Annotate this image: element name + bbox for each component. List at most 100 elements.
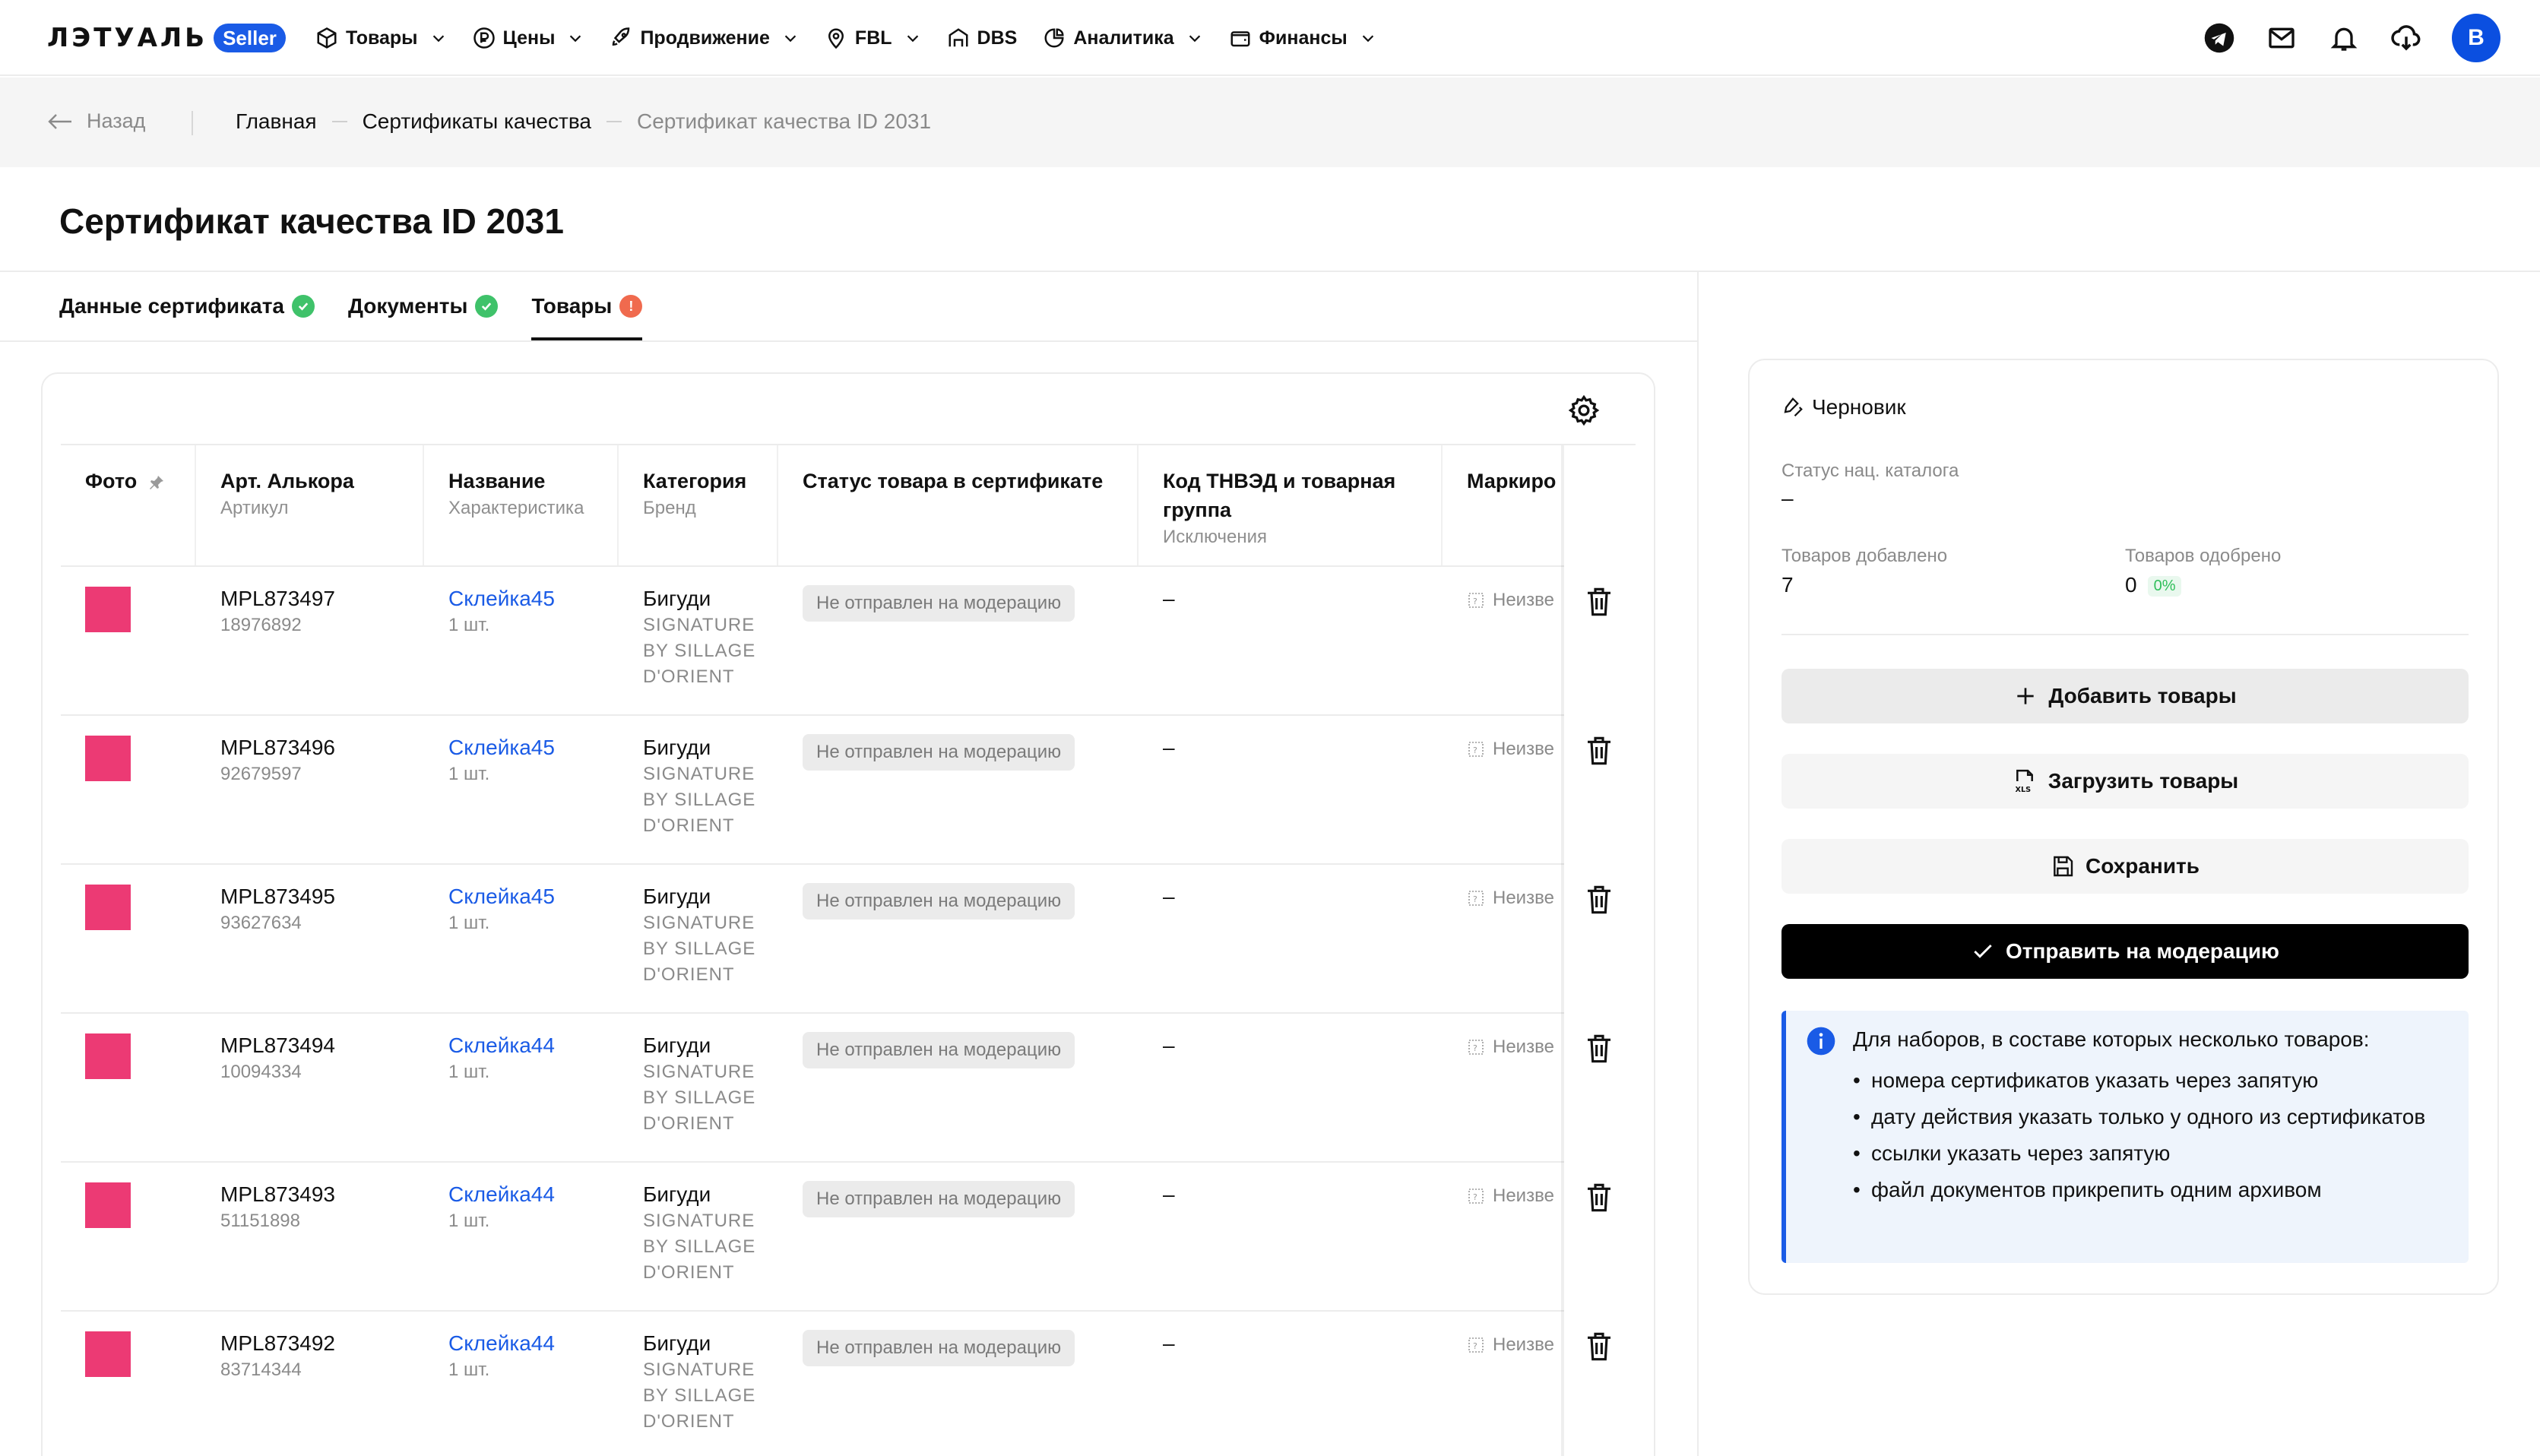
svg-text:?: ? (1473, 894, 1477, 904)
sku-code: 92679597 (220, 764, 302, 784)
column-header-photo[interactable]: Фото (85, 467, 166, 495)
info-icon (1807, 1027, 1835, 1056)
column-header-article[interactable]: Арт. Алькора Артикул (220, 467, 354, 521)
product-name-link[interactable]: Склейка44 (448, 1032, 555, 1059)
add-products-button[interactable]: Добавить товары (1781, 669, 2469, 723)
info-item: дату действия указать только у одного из… (1853, 1102, 2431, 1132)
product-quantity: 1 шт. (448, 1062, 490, 1082)
name-cell: Склейка45 1 шт. (448, 585, 555, 638)
column-header-status[interactable]: Статус товара в сертификате (803, 467, 1103, 495)
product-photo[interactable] (85, 885, 131, 930)
trash-icon[interactable] (1584, 1181, 1614, 1214)
article-code: MPL873496 (220, 736, 336, 759)
tnved-code: – (1163, 587, 1175, 610)
product-name-link[interactable]: Склейка44 (448, 1330, 555, 1357)
column-title: Фото (85, 470, 138, 492)
bell-icon[interactable] (2327, 21, 2361, 55)
tnved-code: – (1163, 1182, 1175, 1206)
divider (61, 444, 1636, 445)
breadcrumb-separator (331, 121, 347, 122)
logo[interactable]: ЛЭТУАЛЬ Seller (47, 21, 286, 55)
unknown-marking-icon: ? (1468, 1337, 1484, 1353)
product-photo[interactable] (85, 736, 131, 781)
unknown-marking-icon: ? (1468, 891, 1484, 906)
edit-icon (1784, 397, 1803, 417)
trash-icon[interactable] (1584, 883, 1614, 916)
cloud-download-icon[interactable] (2390, 21, 2423, 55)
nav-item-dbs[interactable]: DBS (947, 27, 1017, 49)
column-header-category[interactable]: Категория Бренд (643, 467, 746, 521)
xls-file-icon: XLS (2015, 769, 2033, 794)
product-name-link[interactable]: Склейка45 (448, 883, 555, 910)
trash-icon[interactable] (1584, 734, 1614, 768)
tab-certificate-data[interactable]: Данные сертификата (59, 272, 315, 340)
divider (423, 445, 424, 565)
column-header-name[interactable]: Название Характеристика (448, 467, 584, 521)
gear-icon[interactable] (1567, 394, 1601, 427)
avatar[interactable]: В (2452, 14, 2500, 62)
product-name-link[interactable]: Склейка45 (448, 585, 555, 612)
category: Бигуди (643, 1331, 711, 1355)
product-photo[interactable] (85, 587, 131, 632)
marking-status: Неизве (1493, 590, 1554, 610)
tab-bar: Данные сертификата Документы Товары ! (59, 272, 676, 342)
brand-line: SIGNATURE (643, 913, 755, 933)
nav-item-fbl[interactable]: FBL (825, 27, 921, 49)
column-header-tnved[interactable]: Код ТНВЭД и товарная группа Исключения (1163, 467, 1395, 550)
brand-line: BY SILLAGE (643, 1087, 756, 1108)
product-photo[interactable] (85, 1033, 131, 1079)
tab-documents[interactable]: Документы (348, 272, 499, 340)
name-cell: Склейка44 1 шт. (448, 1032, 555, 1085)
mail-icon[interactable] (2265, 21, 2298, 55)
nav-item-finance[interactable]: Финансы (1229, 27, 1376, 49)
nav-item-products[interactable]: Товары (315, 27, 447, 49)
product-name-link[interactable]: Склейка44 (448, 1181, 555, 1208)
sku-code: 83714344 (220, 1359, 302, 1380)
unknown-marking-icon: ? (1468, 1040, 1484, 1055)
svg-text:?: ? (1473, 745, 1477, 755)
divider (777, 445, 778, 565)
product-quantity: 1 шт. (448, 1211, 490, 1231)
product-name-link[interactable]: Склейка45 (448, 734, 555, 761)
divider (0, 340, 1697, 342)
divider (61, 1310, 1636, 1312)
marking-status: Неизве (1493, 739, 1554, 759)
trash-icon[interactable] (1584, 1032, 1614, 1065)
send-to-moderation-button[interactable]: Отправить на модерацию (1781, 924, 2469, 979)
trash-icon[interactable] (1584, 1330, 1614, 1363)
info-notice: Для наборов, в составе которых несколько… (1781, 1011, 2469, 1263)
tab-products[interactable]: Товары ! (531, 272, 643, 340)
nav-item-prices[interactable]: Цены (473, 27, 584, 49)
warning-icon: ! (619, 295, 643, 318)
approved-percent-badge: 0% (2147, 576, 2182, 597)
tnved-code: – (1163, 885, 1175, 908)
wallet-icon (1230, 31, 1250, 47)
divider (61, 1161, 1636, 1163)
marking-cell: ? Неизве (1467, 739, 1554, 760)
product-photo[interactable] (85, 1331, 131, 1377)
nav-item-analytics[interactable]: Аналитика (1043, 27, 1202, 49)
breadcrumb-certificates[interactable]: Сертификаты качества (363, 109, 591, 134)
upload-products-button[interactable]: XLS Загрузить товары (1781, 754, 2469, 809)
product-quantity: 1 шт. (448, 615, 490, 635)
product-photo[interactable] (85, 1182, 131, 1228)
trash-icon[interactable] (1584, 585, 1614, 619)
brand-line: BY SILLAGE (643, 790, 756, 810)
divider (617, 445, 619, 565)
status-badge: Не отправлен на модерацию (803, 1181, 1075, 1217)
save-button[interactable]: Сохранить (1781, 839, 2469, 894)
status-badge: Не отправлен на модерацию (803, 1032, 1075, 1068)
back-button[interactable]: Назад (47, 109, 145, 133)
chevron-down-icon (907, 35, 918, 43)
breadcrumb-home[interactable]: Главная (236, 109, 317, 134)
name-cell: Склейка45 1 шт. (448, 883, 555, 936)
certificate-summary-panel: Черновик Статус нац. каталога – Товаров … (1748, 359, 2499, 1295)
telegram-icon[interactable] (2203, 21, 2236, 55)
column-header-marking[interactable]: Маркиро (1467, 467, 1556, 495)
pin-icon[interactable] (147, 473, 166, 492)
column-title: Маркиро (1467, 470, 1557, 492)
breadcrumb-current: Сертификат качества ID 2031 (636, 109, 932, 133)
product-quantity: 1 шт. (448, 764, 490, 784)
nav-item-promotion[interactable]: Продвижение (610, 27, 798, 49)
info-title: Для наборов, в составе которых несколько… (1853, 1027, 2370, 1051)
